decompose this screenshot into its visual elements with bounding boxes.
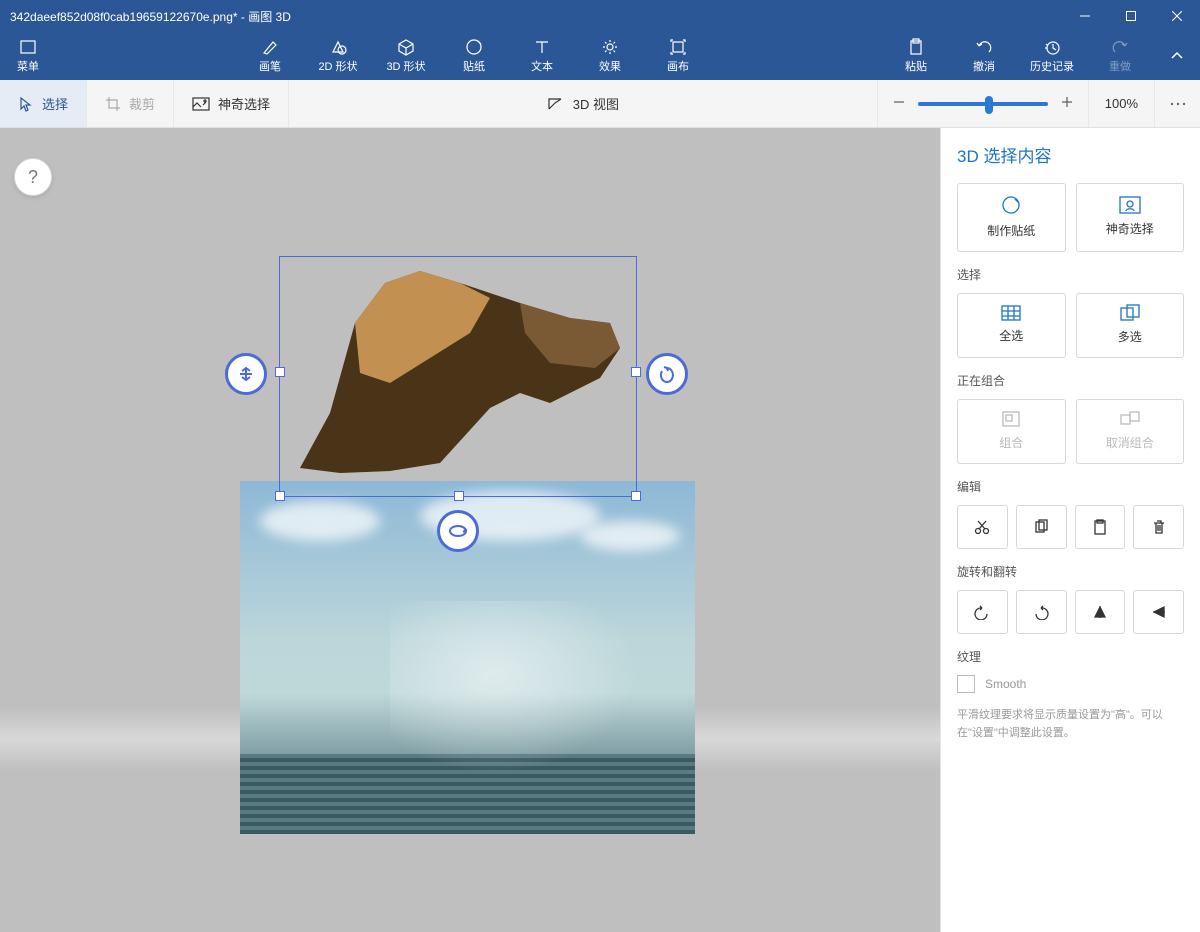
zoom-controls bbox=[877, 80, 1088, 127]
smooth-checkbox[interactable] bbox=[957, 675, 975, 693]
ribbon-toolbar: 菜单 画笔 2D 形状 3D 形状 贴纸 文本 效果 画布 粘贴 撤消 历史记录 bbox=[0, 32, 1200, 80]
group-label: 组合 bbox=[999, 434, 1023, 451]
redo-label: 重做 bbox=[1109, 58, 1131, 74]
close-button[interactable] bbox=[1154, 0, 1200, 32]
brushes-label: 画笔 bbox=[259, 58, 281, 74]
properties-panel: 3D 选择内容 制作贴纸 神奇选择 选择 全选 多选 正在组合 bbox=[940, 128, 1200, 932]
magic-select-label: 神奇选择 bbox=[218, 94, 270, 113]
shapes2d-button[interactable]: 2D 形状 bbox=[304, 32, 372, 80]
crop-tool[interactable]: 裁剪 bbox=[87, 80, 174, 127]
stickers-label: 贴纸 bbox=[463, 58, 485, 74]
shapes3d-button[interactable]: 3D 形状 bbox=[372, 32, 440, 80]
paste-label: 粘贴 bbox=[905, 58, 927, 74]
selection-bounding-box[interactable] bbox=[279, 256, 637, 497]
canvas-button[interactable]: 画布 bbox=[644, 32, 712, 80]
multi-select-button[interactable]: 多选 bbox=[1076, 293, 1185, 358]
rotate-right-button[interactable] bbox=[1016, 590, 1067, 634]
window-title: 342daeef852d08f0cab19659122670e.png* - 画… bbox=[0, 8, 1062, 25]
z-depth-handle[interactable] bbox=[225, 353, 267, 395]
cut-button[interactable] bbox=[957, 505, 1008, 549]
minimize-button[interactable] bbox=[1062, 0, 1108, 32]
shapes3d-label: 3D 形状 bbox=[386, 58, 425, 74]
make-sticker-label: 制作贴纸 bbox=[987, 222, 1035, 239]
shapes2d-label: 2D 形状 bbox=[318, 58, 357, 74]
copy-button[interactable] bbox=[1016, 505, 1067, 549]
crop-label: 裁剪 bbox=[129, 94, 155, 113]
text-label: 文本 bbox=[531, 58, 553, 74]
text-button[interactable]: 文本 bbox=[508, 32, 576, 80]
make-sticker-button[interactable]: 制作贴纸 bbox=[957, 183, 1066, 252]
select-all-label: 全选 bbox=[999, 327, 1023, 344]
secondary-toolbar: 选择 裁剪 神奇选择 3D 视图 100% bbox=[0, 80, 1200, 128]
maximize-button[interactable] bbox=[1108, 0, 1154, 32]
section-rotate-label: 旋转和翻转 bbox=[957, 563, 1184, 580]
group-button: 组合 bbox=[957, 399, 1066, 464]
view-3d-label: 3D 视图 bbox=[573, 94, 619, 113]
delete-button[interactable] bbox=[1133, 505, 1184, 549]
more-options-button[interactable] bbox=[1154, 80, 1200, 127]
canvas-label: 画布 bbox=[667, 58, 689, 74]
window-controls bbox=[1062, 0, 1200, 32]
menu-button[interactable]: 菜单 bbox=[0, 32, 56, 80]
undo-button[interactable]: 撤消 bbox=[950, 32, 1018, 80]
collapse-ribbon-button[interactable] bbox=[1154, 32, 1200, 80]
undo-label: 撤消 bbox=[973, 58, 995, 74]
main-area: ? bbox=[0, 128, 1200, 932]
ungroup-button: 取消组合 bbox=[1076, 399, 1185, 464]
select-label: 选择 bbox=[42, 94, 68, 113]
menu-label: 菜单 bbox=[17, 58, 39, 74]
texture-note: 平滑纹理要求将显示质量设置为"高"。可以在"设置"中调整此设置。 bbox=[957, 707, 1184, 742]
zoom-slider[interactable] bbox=[918, 102, 1048, 106]
section-select-label: 选择 bbox=[957, 266, 1184, 283]
title-bar: 342daeef852d08f0cab19659122670e.png* - 画… bbox=[0, 0, 1200, 32]
paste-panel-button[interactable] bbox=[1075, 505, 1126, 549]
history-label: 历史记录 bbox=[1030, 58, 1074, 74]
multi-select-label: 多选 bbox=[1118, 328, 1142, 345]
section-edit-label: 编辑 bbox=[957, 478, 1184, 495]
select-all-button[interactable]: 全选 bbox=[957, 293, 1066, 358]
paste-button[interactable]: 粘贴 bbox=[882, 32, 950, 80]
select-tool[interactable]: 选择 bbox=[0, 80, 87, 127]
panel-title: 3D 选择内容 bbox=[957, 142, 1184, 167]
ungroup-label: 取消组合 bbox=[1106, 434, 1154, 451]
redo-button[interactable]: 重做 bbox=[1086, 32, 1154, 80]
history-button[interactable]: 历史记录 bbox=[1018, 32, 1086, 80]
flip-vertical-button[interactable] bbox=[1133, 590, 1184, 634]
magic-select-button[interactable]: 神奇选择 bbox=[1076, 183, 1185, 252]
rotate-y-handle[interactable] bbox=[646, 353, 688, 395]
smooth-label: Smooth bbox=[985, 677, 1026, 691]
rotate-z-handle[interactable] bbox=[437, 510, 479, 552]
view-3d-toggle[interactable]: 3D 视图 bbox=[529, 94, 637, 113]
help-button[interactable]: ? bbox=[14, 158, 52, 196]
help-icon: ? bbox=[28, 167, 38, 188]
magic-select-tool[interactable]: 神奇选择 bbox=[174, 80, 289, 127]
canvas-workspace[interactable]: ? bbox=[0, 128, 940, 932]
magic-select-panel-label: 神奇选择 bbox=[1106, 220, 1154, 237]
zoom-percent[interactable]: 100% bbox=[1088, 80, 1154, 127]
section-grouping-label: 正在组合 bbox=[957, 372, 1184, 389]
rotate-left-button[interactable] bbox=[957, 590, 1008, 634]
effects-button[interactable]: 效果 bbox=[576, 32, 644, 80]
stickers-button[interactable]: 贴纸 bbox=[440, 32, 508, 80]
brushes-button[interactable]: 画笔 bbox=[236, 32, 304, 80]
flip-horizontal-button[interactable] bbox=[1075, 590, 1126, 634]
effects-label: 效果 bbox=[599, 58, 621, 74]
zoom-out-button[interactable] bbox=[892, 95, 906, 112]
section-texture-label: 纹理 bbox=[957, 648, 1184, 665]
zoom-in-button[interactable] bbox=[1060, 95, 1074, 112]
